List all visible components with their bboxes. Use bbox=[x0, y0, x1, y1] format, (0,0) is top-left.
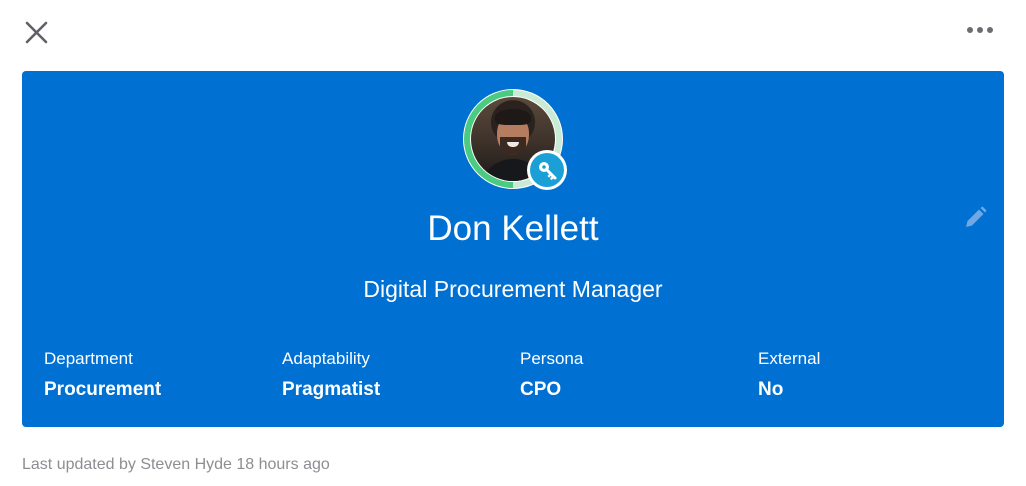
field-label: External bbox=[758, 349, 821, 368]
avatar[interactable] bbox=[460, 86, 567, 192]
field-value: Procurement bbox=[44, 379, 162, 400]
more-options-button[interactable] bbox=[962, 18, 998, 42]
field-label: Persona bbox=[520, 349, 584, 368]
profile-card: Don Kellett Digital Procurement Manager … bbox=[22, 71, 1004, 427]
field-persona: Persona CPO bbox=[520, 347, 750, 403]
field-adaptability: Adaptability Pragmatist bbox=[282, 347, 512, 403]
field-department: Department Procurement bbox=[44, 347, 274, 403]
avatar-badge bbox=[527, 150, 567, 190]
field-value: Pragmatist bbox=[282, 379, 381, 400]
field-label: Department bbox=[44, 349, 133, 368]
last-updated-text: Last updated by Steven Hyde 18 hours ago bbox=[22, 456, 330, 473]
close-button[interactable] bbox=[22, 18, 52, 48]
field-value: CPO bbox=[520, 379, 562, 400]
field-external: External No bbox=[758, 347, 988, 403]
profile-fields: Department Procurement Adaptability Prag… bbox=[44, 347, 984, 407]
field-value: No bbox=[758, 379, 784, 400]
contact-title: Digital Procurement Manager bbox=[363, 276, 663, 302]
key-icon bbox=[539, 162, 557, 180]
field-label: Adaptability bbox=[282, 349, 370, 368]
more-options-icon bbox=[967, 27, 973, 33]
close-icon bbox=[25, 21, 48, 44]
contact-name: Don Kellett bbox=[427, 209, 599, 248]
